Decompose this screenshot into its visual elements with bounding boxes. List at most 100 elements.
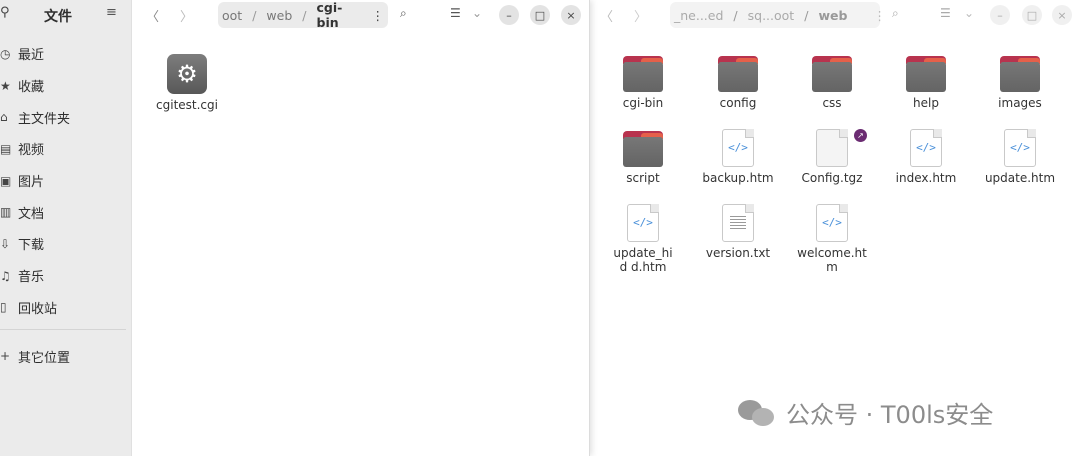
folder-item[interactable]: images bbox=[973, 56, 1067, 110]
sidebar-item-home[interactable]: ⌂ 主文件夹 bbox=[0, 101, 132, 133]
sidebar-item-label: 视频 bbox=[18, 143, 45, 159]
file-item[interactable]: ⚙ cgitest.cgi bbox=[140, 54, 234, 112]
list-view-icon[interactable]: ☰ bbox=[450, 6, 461, 20]
folder-icon bbox=[623, 56, 663, 92]
toolbar-left: 〈 〉 oot / web / cgi-bin ⋮ ⌕ ☰ ⌄ – □ × bbox=[132, 0, 590, 30]
sidebar-item-videos[interactable]: ▤ 视频 bbox=[0, 133, 132, 165]
minimize-button[interactable]: – bbox=[990, 5, 1010, 25]
folder-item[interactable]: help bbox=[879, 56, 973, 110]
file-item[interactable]: ↗ Config.tgz bbox=[785, 129, 879, 185]
sidebar-header: ⚲ 文件 ≡ bbox=[0, 0, 132, 30]
sidebar-list: ◷ 最近 ★ 收藏 ⌂ 主文件夹 ▤ 视频 ▣ 图片 ▥ 文档 ⇩ 下载 ♫ 音乐 ▯ 回收站 +… bbox=[0, 38, 132, 372]
folder-item[interactable]: config bbox=[691, 56, 785, 110]
text-file-icon bbox=[722, 204, 754, 242]
maximize-button[interactable]: □ bbox=[1022, 5, 1042, 25]
breadcrumb-current[interactable]: cgi-bin bbox=[313, 0, 356, 30]
hamburger-menu-icon[interactable]: ≡ bbox=[106, 5, 117, 20]
sidebar-item-label: 图片 bbox=[18, 175, 45, 191]
breadcrumb: oot / web / cgi-bin ⋮ bbox=[218, 0, 389, 30]
file-item[interactable]: </> update_hid d.htm bbox=[596, 204, 690, 274]
desktop: ⚲ 文件 ≡ ◷ 最近 ★ 收藏 ⌂ 主文件夹 ▤ 视频 ▣ 图片 ▥ 文档 ⇩ 下载 ♫ 音乐… bbox=[0, 0, 1080, 456]
forward-icon[interactable]: 〉 bbox=[180, 6, 193, 25]
file-name: welcome.ht m bbox=[797, 246, 867, 274]
more-vertical-icon[interactable]: ⋮ bbox=[368, 8, 389, 23]
html-file-icon: </> bbox=[627, 204, 659, 242]
symlink-icon: ↗ bbox=[854, 129, 867, 142]
list-view-icon[interactable]: ☰ bbox=[940, 6, 951, 20]
file-name: help bbox=[913, 96, 939, 110]
sidebar-item-other-locations[interactable]: + 其它位置 bbox=[0, 340, 132, 372]
breadcrumb-segment[interactable]: web bbox=[262, 8, 296, 23]
video-icon: ▤ bbox=[0, 141, 12, 156]
html-file-icon: </> bbox=[816, 204, 848, 242]
music-icon: ♫ bbox=[0, 268, 11, 283]
back-icon[interactable]: 〈 bbox=[146, 6, 159, 25]
sidebar-item-music[interactable]: ♫ 音乐 bbox=[0, 260, 132, 292]
sidebar-item-pictures[interactable]: ▣ 图片 bbox=[0, 165, 132, 197]
folder-item[interactable]: css bbox=[785, 56, 879, 110]
file-name: version.txt bbox=[705, 246, 771, 260]
close-button[interactable]: × bbox=[561, 5, 581, 25]
sidebar-item-downloads[interactable]: ⇩ 下载 bbox=[0, 228, 132, 260]
home-icon: ⌂ bbox=[0, 110, 8, 125]
folder-icon bbox=[906, 56, 946, 92]
file-item[interactable]: </> welcome.ht m bbox=[785, 204, 879, 274]
folder-item[interactable]: cgi-bin bbox=[596, 56, 690, 110]
image-icon: ▣ bbox=[0, 173, 12, 188]
more-vertical-icon[interactable]: ⋮ bbox=[869, 8, 890, 23]
folder-item[interactable]: script bbox=[596, 131, 690, 185]
sidebar-item-label: 主文件夹 bbox=[18, 111, 71, 127]
sidebar-item-label: 最近 bbox=[18, 48, 45, 64]
gear-icon: ⚙ bbox=[167, 54, 207, 94]
watermark: 公众号 · T00ls安全 bbox=[738, 395, 993, 429]
close-button[interactable]: × bbox=[1052, 5, 1072, 25]
breadcrumb-segment[interactable]: sq...oot bbox=[744, 8, 799, 23]
chevron-down-icon[interactable]: ⌄ bbox=[964, 6, 974, 20]
sidebar-item-documents[interactable]: ▥ 文档 bbox=[0, 196, 132, 228]
breadcrumb-segment[interactable]: _ne...ed bbox=[670, 8, 727, 23]
sidebar-item-trash[interactable]: ▯ 回收站 bbox=[0, 292, 132, 324]
search-icon[interactable]: ⚲ bbox=[0, 5, 10, 20]
forward-icon[interactable]: 〉 bbox=[634, 6, 647, 25]
file-item[interactable]: </> backup.htm bbox=[691, 129, 785, 185]
file-name: Config.tgz bbox=[801, 171, 863, 185]
file-name: update.htm bbox=[984, 171, 1056, 185]
toolbar-right: 〈 〉 _ne...ed / sq...oot / web ⋮ ⌕ ☰ ⌄ – … bbox=[590, 0, 1080, 30]
sidebar-item-label: 文档 bbox=[18, 206, 45, 222]
search-folder-icon[interactable]: ⌕ bbox=[400, 6, 407, 21]
plus-icon: + bbox=[0, 349, 11, 364]
document-icon: ▥ bbox=[0, 205, 12, 220]
back-icon[interactable]: 〈 bbox=[600, 6, 613, 25]
watermark-text: 公众号 · T00ls安全 bbox=[786, 400, 994, 429]
file-item[interactable]: version.txt bbox=[691, 204, 785, 260]
sidebar-item-label: 音乐 bbox=[18, 270, 45, 286]
minimize-button[interactable]: – bbox=[499, 5, 519, 25]
file-item[interactable]: </> index.htm bbox=[879, 129, 973, 185]
file-name: css bbox=[822, 96, 842, 110]
breadcrumb: _ne...ed / sq...oot / web ⋮ bbox=[670, 2, 886, 28]
app-title: 文件 bbox=[44, 9, 72, 25]
folder-icon bbox=[812, 56, 852, 92]
maximize-button[interactable]: □ bbox=[530, 5, 550, 25]
sidebar-item-label: 收藏 bbox=[18, 80, 45, 96]
chevron-down-icon[interactable]: ⌄ bbox=[472, 6, 482, 20]
trash-icon: ▯ bbox=[0, 300, 7, 315]
file-name: index.htm bbox=[895, 171, 957, 185]
breadcrumb-current[interactable]: web bbox=[814, 8, 851, 23]
download-icon: ⇩ bbox=[0, 236, 11, 251]
folder-icon bbox=[623, 131, 663, 167]
clock-icon: ◷ bbox=[0, 46, 11, 61]
search-folder-icon[interactable]: ⌕ bbox=[892, 6, 899, 21]
file-name: script bbox=[626, 171, 660, 185]
sidebar-divider bbox=[0, 329, 126, 331]
file-name: update_hid d.htm bbox=[613, 246, 673, 274]
file-name: backup.htm bbox=[702, 171, 774, 185]
file-item[interactable]: </> update.htm bbox=[973, 129, 1067, 185]
file-name: config bbox=[719, 96, 757, 110]
sidebar-item-recent[interactable]: ◷ 最近 bbox=[0, 38, 132, 70]
sidebar-item-label: 下载 bbox=[18, 238, 45, 254]
file-name: images bbox=[998, 96, 1042, 110]
sidebar-item-starred[interactable]: ★ 收藏 bbox=[0, 70, 132, 102]
breadcrumb-segment[interactable]: oot bbox=[218, 8, 246, 23]
star-icon: ★ bbox=[0, 78, 11, 93]
